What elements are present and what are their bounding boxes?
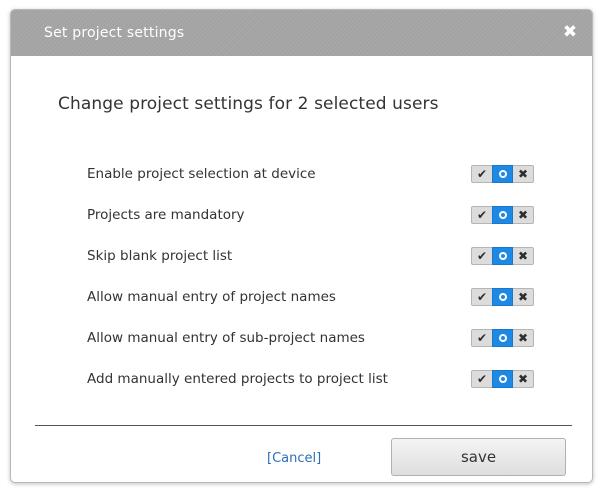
check-icon[interactable]: ✔ bbox=[471, 329, 492, 347]
x-icon[interactable]: ✖ bbox=[513, 247, 534, 265]
dialog-title-bar[interactable]: Set project settings ✖ bbox=[11, 10, 592, 56]
x-icon[interactable]: ✖ bbox=[513, 288, 534, 306]
option-row-skip-blank-list: Skip blank project list ✔ ✖ bbox=[87, 242, 557, 283]
option-label: Skip blank project list bbox=[87, 248, 233, 264]
tri-state-toggle: ✔ ✖ bbox=[471, 206, 534, 224]
check-icon[interactable]: ✔ bbox=[471, 288, 492, 306]
save-button[interactable]: save bbox=[391, 438, 566, 476]
tri-state-toggle: ✔ ✖ bbox=[471, 165, 534, 183]
x-icon[interactable]: ✖ bbox=[513, 165, 534, 183]
tri-state-toggle: ✔ ✖ bbox=[471, 288, 534, 306]
x-icon[interactable]: ✖ bbox=[513, 370, 534, 388]
close-icon[interactable]: ✖ bbox=[562, 23, 578, 41]
check-icon[interactable]: ✔ bbox=[471, 206, 492, 224]
dialog-heading: Change project settings for 2 selected u… bbox=[58, 94, 439, 114]
tri-state-toggle: ✔ ✖ bbox=[471, 247, 534, 265]
check-icon[interactable]: ✔ bbox=[471, 370, 492, 388]
option-label: Allow manual entry of sub-project names bbox=[87, 330, 365, 346]
option-row-projects-mandatory: Projects are mandatory ✔ ✖ bbox=[87, 201, 557, 242]
option-row-manual-project-names: Allow manual entry of project names ✔ ✖ bbox=[87, 283, 557, 324]
circle-icon[interactable] bbox=[492, 370, 513, 388]
circle-icon[interactable] bbox=[492, 288, 513, 306]
dialog-title: Set project settings bbox=[44, 25, 185, 41]
circle-icon[interactable] bbox=[492, 329, 513, 347]
option-row-add-to-project-list: Add manually entered projects to project… bbox=[87, 365, 557, 406]
project-settings-dialog: Set project settings ✖ Change project se… bbox=[10, 9, 593, 483]
tri-state-toggle: ✔ ✖ bbox=[471, 370, 534, 388]
option-label: Allow manual entry of project names bbox=[87, 289, 336, 305]
option-label: Projects are mandatory bbox=[87, 207, 245, 223]
tri-state-toggle: ✔ ✖ bbox=[471, 329, 534, 347]
x-icon[interactable]: ✖ bbox=[513, 329, 534, 347]
options-list: Enable project selection at device ✔ ✖ P… bbox=[87, 160, 557, 406]
option-row-manual-subproject-names: Allow manual entry of sub-project names … bbox=[87, 324, 557, 365]
x-icon[interactable]: ✖ bbox=[513, 206, 534, 224]
option-label: Enable project selection at device bbox=[87, 166, 316, 182]
check-icon[interactable]: ✔ bbox=[471, 247, 492, 265]
circle-icon[interactable] bbox=[492, 165, 513, 183]
option-row-project-selection: Enable project selection at device ✔ ✖ bbox=[87, 160, 557, 201]
circle-icon[interactable] bbox=[492, 247, 513, 265]
circle-icon[interactable] bbox=[492, 206, 513, 224]
option-label: Add manually entered projects to project… bbox=[87, 371, 388, 387]
footer-divider bbox=[35, 425, 572, 426]
check-icon[interactable]: ✔ bbox=[471, 165, 492, 183]
cancel-link[interactable]: [Cancel] bbox=[267, 451, 321, 466]
